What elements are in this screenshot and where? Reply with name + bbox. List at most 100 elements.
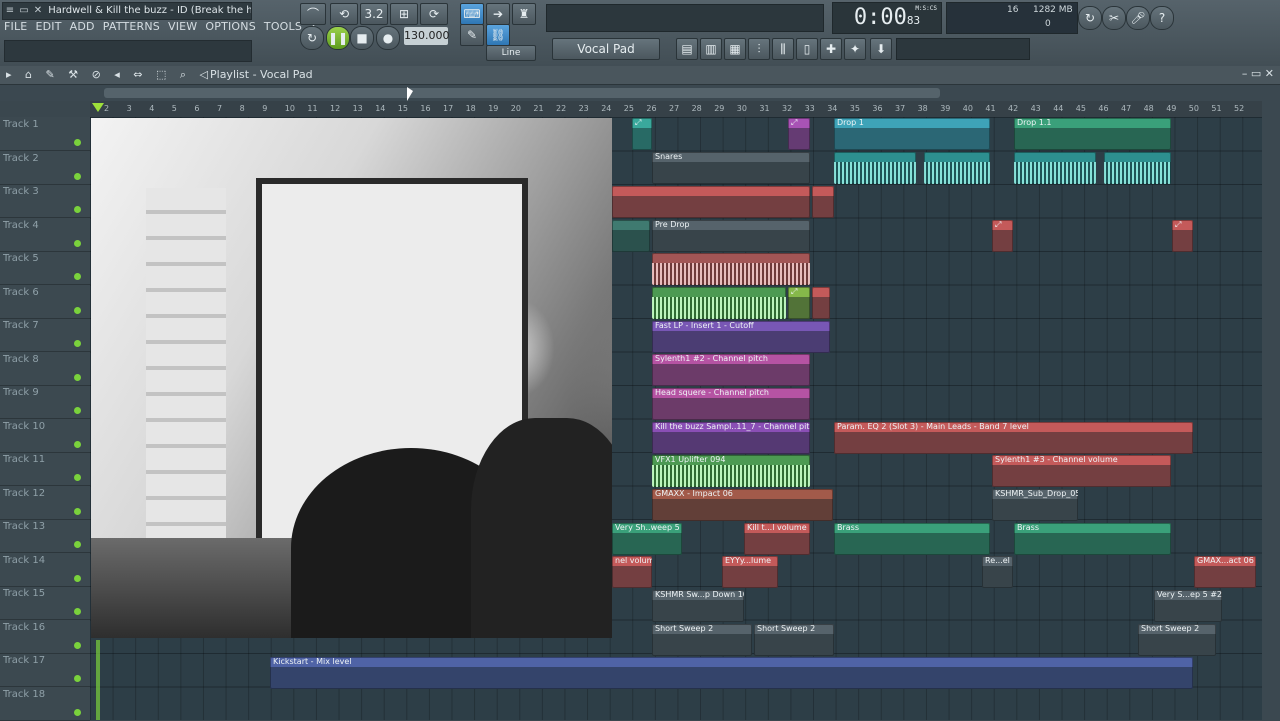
track-mute-led-icon[interactable] — [74, 675, 81, 682]
pencil-icon[interactable]: ✎ — [460, 24, 484, 46]
clip-automation[interactable]: ⤢ — [992, 220, 1013, 252]
clip-automation[interactable]: ⤢ — [632, 118, 652, 150]
playlist-tools[interactable]: ▸ ⌂ ✎ ⚒ ⊘ ◂ ⇔ ⬚ ⌕ ◁ — [6, 68, 213, 82]
track-mute-led-icon[interactable] — [74, 507, 81, 515]
track-header[interactable]: Track 10 — [0, 419, 90, 453]
track-header[interactable]: Track 11 — [0, 452, 90, 486]
track-header[interactable]: Track 13 — [0, 519, 90, 553]
clip-channel-volume[interactable]: nel volume — [612, 556, 652, 588]
clip-kill-t-volume[interactable]: Kill t...l volume — [744, 523, 810, 555]
channel-rack-icon[interactable]: ▦ — [724, 38, 746, 60]
performance-icon[interactable]: ✦ — [844, 38, 866, 60]
clip-wave[interactable] — [652, 253, 810, 285]
clip-automation[interactable]: ⤢ — [1172, 220, 1193, 252]
clip-gmaxx-impact[interactable]: GMAXX - Impact 06 — [652, 489, 833, 521]
tempo-display[interactable]: 130.000 — [404, 27, 450, 45]
mixer-icon[interactable]: ⫶ — [748, 38, 770, 60]
wait-record-icon[interactable]: ⟲ — [330, 3, 358, 25]
clip-eyyy-volume[interactable]: EYYy...lume — [722, 556, 778, 588]
clip-wave[interactable] — [652, 287, 786, 319]
horizontal-scrollbar[interactable] — [104, 88, 940, 98]
track-header[interactable]: Track 3 — [0, 184, 90, 218]
mixer-faders-icon[interactable]: ⫼ — [772, 38, 794, 60]
clip-short-sweep[interactable]: Short Sweep 2 — [652, 624, 752, 656]
track-header[interactable]: Track 7 — [0, 318, 90, 352]
countdown-icon[interactable]: ♜ — [512, 3, 536, 25]
clip-brass-2[interactable]: Brass — [1014, 523, 1171, 555]
play-button[interactable]: ❚❚ — [326, 26, 350, 50]
track-mute-led-icon[interactable] — [74, 273, 81, 280]
clip-kshmr-sub-drop[interactable]: KSHMR_Sub_Drop_05 — [992, 489, 1078, 521]
track-mute-led-icon[interactable] — [74, 373, 81, 381]
track-header[interactable]: Track 16 — [0, 620, 90, 654]
clip-head-squere[interactable]: Head squere - Channel pitch — [652, 388, 810, 420]
clip-wave[interactable] — [834, 152, 916, 184]
track-header[interactable]: Track 9 — [0, 385, 90, 419]
help-icon[interactable]: ? — [1150, 6, 1174, 30]
clip-kill-the-buzz[interactable]: Kill the buzz Sampl..11_7 - Channel pitc… — [652, 422, 810, 454]
track-mute-led-icon[interactable] — [74, 440, 81, 448]
track-header[interactable]: Track 17 — [0, 653, 90, 687]
minimize-icon[interactable]: ▭ — [17, 3, 31, 19]
clip-pre-drop[interactable]: Pre Drop — [652, 220, 810, 252]
microphone-icon[interactable]: 🎤︎ — [1126, 6, 1150, 30]
clip-brass-1[interactable]: Brass — [834, 523, 990, 555]
track-header[interactable]: Track 12 — [0, 486, 90, 520]
clip-wave[interactable] — [924, 152, 990, 184]
track-mute-led-icon[interactable] — [74, 708, 81, 716]
stop-button[interactable]: ■ — [350, 26, 374, 50]
clip-fast-lp[interactable]: Fast LP - Insert 1 - Cutoff — [652, 321, 830, 353]
track-header[interactable]: Track 6 — [0, 285, 90, 319]
clip-wave[interactable] — [1104, 152, 1171, 184]
track-mute-led-icon[interactable] — [74, 474, 81, 481]
track-mute-led-icon[interactable] — [74, 206, 81, 213]
clip-very-sweep-2[interactable]: Very S...ep 5 #2 — [1154, 590, 1222, 622]
playhead-marker[interactable] — [92, 103, 104, 112]
clip-automation[interactable]: ⤢ — [788, 287, 810, 319]
menu-patterns[interactable]: PATTERNS — [103, 20, 160, 33]
loop-record-icon[interactable]: ⟳ — [420, 3, 448, 25]
browser-icon[interactable]: ▯ — [796, 38, 818, 60]
clip-kickstart[interactable]: Kickstart - Mix level — [270, 657, 1193, 689]
clip-kshmr-sweep[interactable]: KSHMR Sw...p Down 10 — [652, 590, 744, 622]
menu-file[interactable]: FILE — [4, 20, 27, 33]
refresh-icon[interactable]: ↻ — [1078, 6, 1102, 30]
window-controls-icon[interactable]: – ▭ ✕ — [1242, 67, 1274, 80]
track-mute-led-icon[interactable] — [74, 407, 81, 414]
render-icon[interactable]: ⬇ — [870, 38, 892, 60]
track-header[interactable]: Track 5 — [0, 251, 90, 285]
clip-snares[interactable]: Snares — [652, 152, 810, 184]
song-time-display[interactable]: 0:0083 M:S:CS — [832, 2, 942, 34]
clip-drop-1-1[interactable]: Drop 1.1 — [1014, 118, 1171, 150]
track-mute-led-icon[interactable] — [74, 306, 81, 314]
clip-sylenth-2[interactable]: Sylenth1 #2 - Channel pitch — [652, 354, 810, 386]
typing-keyboard-icon[interactable]: ⌨ — [460, 3, 484, 25]
vertical-scrollbar[interactable] — [1262, 101, 1280, 720]
menu-view[interactable]: VIEW — [168, 20, 197, 33]
clip-gmax-impact[interactable]: GMAX...act 06 — [1194, 556, 1256, 588]
clip-param-eq[interactable]: Param. EQ 2 (Slot 3) - Main Leads - Band… — [834, 422, 1193, 454]
clip-re-el[interactable]: Re...el — [982, 556, 1013, 588]
track-mute-led-icon[interactable] — [74, 541, 81, 548]
metronome-icon[interactable]: ⌒ — [300, 3, 326, 25]
track-mute-led-icon[interactable] — [74, 340, 81, 347]
menu-options[interactable]: OPTIONS — [205, 20, 256, 33]
clip-very-sh-weep[interactable]: Very Sh..weep 5 — [612, 523, 682, 555]
clip-automation[interactable] — [612, 186, 810, 218]
track-mute-led-icon[interactable] — [74, 172, 81, 180]
menu-tools[interactable]: TOOLS — [264, 20, 302, 33]
track-header[interactable]: Track 4 — [0, 218, 90, 252]
clip-pattern[interactable] — [612, 220, 650, 252]
clip-vfx-uplifter[interactable]: VFX1 Uplifter 094 — [652, 455, 810, 487]
menu-edit[interactable]: EDIT — [35, 20, 61, 33]
piano-roll-icon[interactable]: ▥ — [700, 38, 722, 60]
track-header[interactable]: Track 14 — [0, 553, 90, 587]
track-mute-led-icon[interactable] — [74, 608, 81, 615]
track-mute-led-icon[interactable] — [74, 574, 81, 582]
menu-icon[interactable]: ≡ — [3, 3, 17, 19]
close-icon[interactable]: ✕ — [31, 3, 45, 19]
track-header[interactable]: Track 15 — [0, 586, 90, 620]
pattern-selector[interactable]: Vocal Pad — [552, 38, 660, 60]
playlist-icon[interactable]: ▤ — [676, 38, 698, 60]
clip-sylenth-3[interactable]: Sylenth1 #3 - Channel volume — [992, 455, 1171, 487]
